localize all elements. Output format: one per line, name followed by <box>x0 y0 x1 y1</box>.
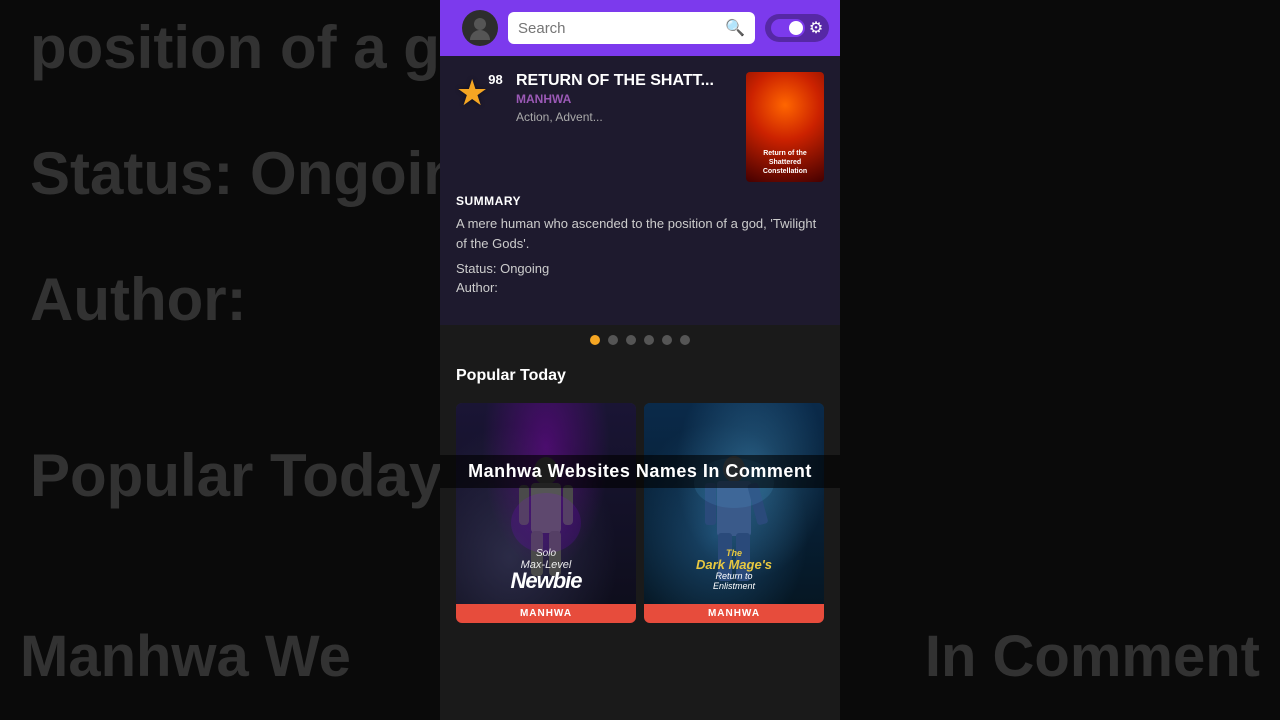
manga-badge-2: MANHWA <box>644 604 824 623</box>
cover-label: Return of theShatteredConstellation <box>759 149 811 176</box>
star-icon: ★ <box>456 72 488 113</box>
summary-label: SUMMARY <box>456 194 824 208</box>
header: 🔍 ⚙ <box>440 0 840 56</box>
dot-1[interactable] <box>590 335 600 345</box>
featured-card: ★ 98 RETURN OF THE SHATT... MANHWA Actio… <box>440 56 840 325</box>
dot-6[interactable] <box>680 335 690 345</box>
dark-mode-toggle[interactable] <box>771 19 805 37</box>
manga-card-1[interactable]: Solo Max-Level Newbie MANHWA <box>456 403 636 623</box>
featured-type: MANHWA <box>516 92 734 106</box>
search-input[interactable] <box>518 20 717 37</box>
bg-text-bottom-right: In Comment <box>925 623 1260 690</box>
featured-info: RETURN OF THE SHATT... MANHWA Action, Ad… <box>516 72 734 124</box>
carousel-dots <box>440 325 840 355</box>
solo-title-overlay: Solo Max-Level Newbie <box>456 548 636 591</box>
featured-genres: Action, Advent... <box>516 110 734 124</box>
manga-cover-1: Solo Max-Level Newbie <box>456 403 636 623</box>
manga-badge-1: MANHWA <box>456 604 636 623</box>
search-bar[interactable]: 🔍 <box>508 12 755 44</box>
rating-number: 98 <box>488 72 502 87</box>
search-icon: 🔍 <box>725 18 745 38</box>
popular-title: Popular Today <box>456 367 824 385</box>
featured-top: ★ 98 RETURN OF THE SHATT... MANHWA Actio… <box>456 72 824 182</box>
dot-2[interactable] <box>608 335 618 345</box>
author-text: Author: <box>456 280 824 295</box>
dot-5[interactable] <box>662 335 672 345</box>
app-panel: 🔍 ⚙ ★ 98 RETURN OF THE SHATT... MANHWA A… <box>440 0 840 720</box>
popular-section: Popular Today <box>440 355 840 403</box>
dot-4[interactable] <box>644 335 654 345</box>
bg-text-bottom-left: Manhwa We <box>20 623 351 690</box>
status-text: Status: Ongoing <box>456 261 824 276</box>
summary-text: A mere human who ascended to the positio… <box>456 214 824 253</box>
gear-icon[interactable]: ⚙ <box>809 18 823 38</box>
dark-mage-title-overlay: The Dark Mage's Return to Enlistment <box>644 548 824 591</box>
featured-title[interactable]: RETURN OF THE SHATT... <box>516 72 734 90</box>
manga-cover-2: The Dark Mage's Return to Enlistment <box>644 403 824 623</box>
manga-grid: Solo Max-Level Newbie MANHWA <box>440 403 840 623</box>
manga-card-2[interactable]: The Dark Mage's Return to Enlistment MAN… <box>644 403 824 623</box>
rating-badge: ★ 98 <box>456 72 504 120</box>
overlay-text: Manhwa Websites Names In Comment <box>440 455 840 488</box>
dot-3[interactable] <box>626 335 636 345</box>
toggle-settings[interactable]: ⚙ <box>765 14 829 42</box>
featured-cover[interactable]: Return of theShatteredConstellation <box>746 72 824 182</box>
avatar[interactable] <box>462 10 498 46</box>
